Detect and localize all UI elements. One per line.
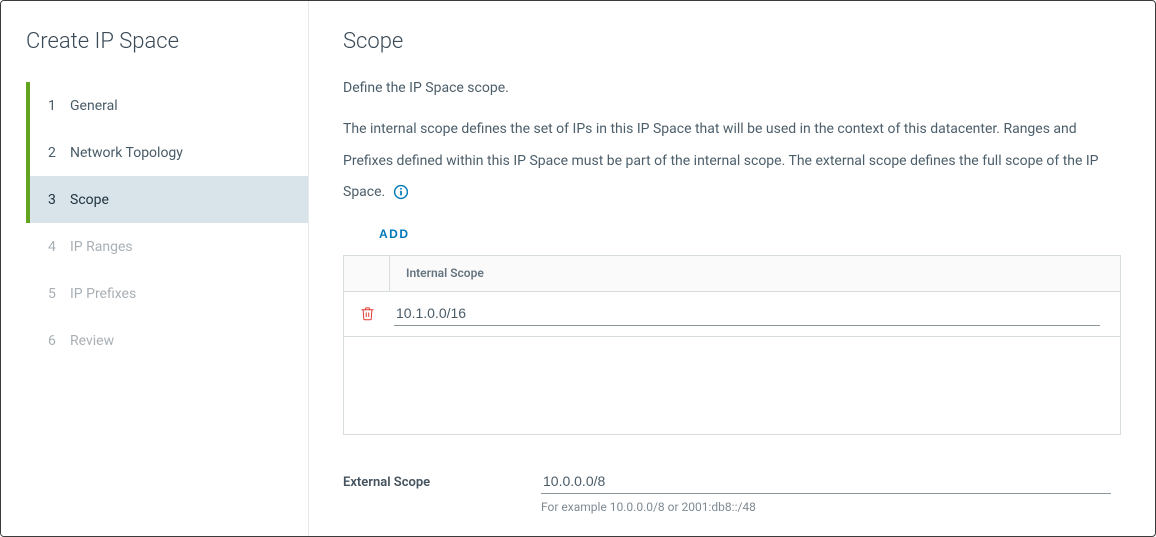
- internal-scope-table: Internal Scope: [343, 255, 1121, 435]
- page-subtitle: Define the IP Space scope.: [343, 80, 1121, 96]
- add-button[interactable]: ADD: [371, 223, 418, 245]
- wizard-nav: Create IP Space 1General2Network Topolog…: [1, 1, 309, 536]
- step-label: IP Prefixes: [70, 286, 136, 302]
- step-label: Review: [70, 333, 114, 349]
- step-number: 1: [48, 98, 70, 114]
- page-description: The internal scope defines the set of IP…: [343, 114, 1121, 209]
- external-scope-input[interactable]: [541, 469, 1111, 494]
- wizard-step-1[interactable]: 1General: [26, 82, 308, 129]
- wizard-step-6: 6Review: [26, 317, 308, 364]
- external-scope-hint: For example 10.0.0.0/8 or 2001:db8::/48: [541, 500, 1111, 514]
- wizard-step-3[interactable]: 3Scope: [26, 176, 308, 223]
- step-label: Network Topology: [70, 145, 183, 161]
- wizard-steps: 1General2Network Topology3Scope4IP Range…: [1, 82, 308, 364]
- wizard-step-4: 4IP Ranges: [26, 223, 308, 270]
- step-number: 2: [48, 145, 70, 161]
- external-scope-row: External Scope For example 10.0.0.0/8 or…: [343, 469, 1121, 514]
- table-empty-area: [344, 336, 1120, 434]
- internal-scope-cell: [390, 301, 1120, 326]
- external-scope-label: External Scope: [343, 469, 541, 490]
- trash-icon: [360, 306, 375, 321]
- wizard-step-5: 5IP Prefixes: [26, 270, 308, 317]
- wizard-title: Create IP Space: [26, 29, 308, 54]
- external-scope-field-wrap: For example 10.0.0.0/8 or 2001:db8::/48: [541, 469, 1111, 514]
- table-header-internal-scope: Internal Scope: [390, 266, 484, 280]
- page-title: Scope: [343, 29, 1121, 54]
- description-text: The internal scope defines the set of IP…: [343, 121, 1099, 200]
- step-label: General: [70, 98, 118, 114]
- table-row: [344, 292, 1120, 336]
- table-header-action-gap: [344, 256, 390, 291]
- info-icon[interactable]: [393, 184, 409, 200]
- table-header-row: Internal Scope: [344, 256, 1120, 292]
- step-number: 6: [48, 333, 70, 349]
- step-number: 3: [48, 192, 70, 208]
- table-body: [344, 292, 1120, 336]
- step-number: 4: [48, 239, 70, 255]
- wizard-step-2[interactable]: 2Network Topology: [26, 129, 308, 176]
- wizard-content: Scope Define the IP Space scope. The int…: [309, 1, 1155, 536]
- step-label: Scope: [70, 192, 109, 208]
- internal-scope-input[interactable]: [394, 301, 1100, 326]
- delete-row-button[interactable]: [344, 306, 390, 321]
- step-label: IP Ranges: [70, 239, 133, 255]
- step-number: 5: [48, 286, 70, 302]
- wizard-modal: Create IP Space 1General2Network Topolog…: [0, 0, 1156, 537]
